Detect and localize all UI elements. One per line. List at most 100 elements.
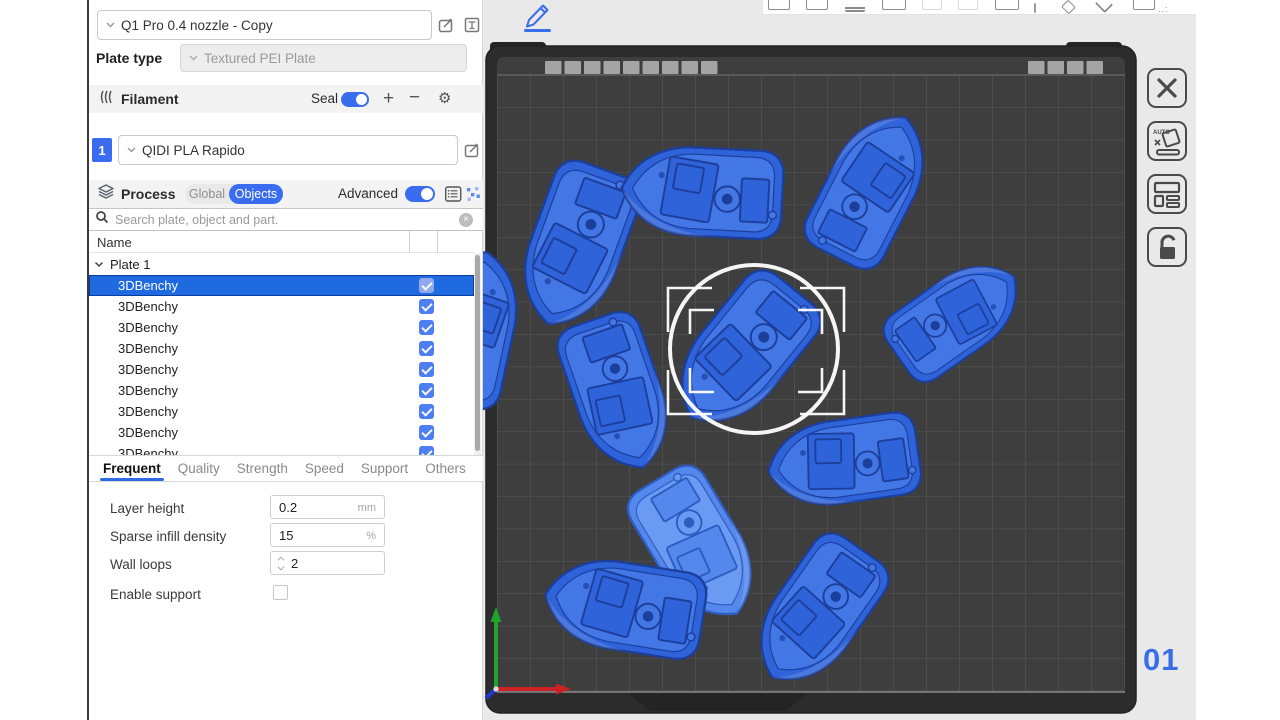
plate-number-label[interactable]: 01 (1143, 642, 1179, 678)
close-icon (1155, 76, 1179, 100)
arrange-button[interactable] (1147, 174, 1187, 214)
infill-density-input[interactable] (279, 524, 349, 546)
toolbar-icon-fragment[interactable] (995, 0, 1019, 10)
column-divider (437, 231, 438, 253)
toolbar-icon-fragment[interactable] (958, 0, 978, 10)
toolbar-icon-fragment[interactable] (845, 2, 865, 12)
toolbar-icon-fragment[interactable] (1133, 0, 1155, 10)
parameter-list-icon[interactable] (445, 186, 462, 207)
toolbar-icon-fragment[interactable] (1061, 0, 1076, 14)
filament-section-title: Filament (121, 91, 179, 107)
layer-height-unit: mm (358, 502, 376, 514)
printer-preset-dropdown[interactable]: Q1 Pro 0.4 nozzle - Copy (97, 10, 432, 40)
active-tool-underline (524, 29, 551, 32)
search-icon (95, 210, 109, 229)
object-visibility-checkbox[interactable] (419, 446, 434, 455)
tree-item-3dbenchy[interactable]: 3DBenchy (89, 275, 474, 296)
edit-filament-icon[interactable] (463, 141, 481, 159)
object-visibility-checkbox[interactable] (419, 278, 434, 293)
printer-config-icon[interactable] (463, 16, 481, 34)
tree-item-3dbenchy[interactable]: 3DBenchy (89, 422, 474, 443)
edit-pencil-tool-icon[interactable] (524, 2, 554, 34)
filament-settings-gear-icon[interactable]: ⚙ (438, 89, 451, 107)
filament-slot-badge[interactable]: 1 (92, 138, 112, 162)
plate-type-dropdown[interactable]: Textured PEI Plate (180, 44, 467, 72)
tree-item-plate[interactable]: Plate 1 (89, 253, 474, 275)
layer-height-input[interactable] (279, 496, 349, 518)
toolbar-icon-fragment[interactable] (806, 0, 828, 10)
toolbar-icon-fragment[interactable] (768, 0, 790, 10)
process-layers-icon (97, 184, 115, 205)
process-section-title: Process (121, 186, 175, 202)
toolbar-icon-fragment[interactable] (1095, 0, 1113, 13)
filament-preset-dropdown[interactable]: QIDI PLA Rapido (118, 135, 458, 165)
stepper-down-icon[interactable] (278, 564, 285, 571)
scrollbar-thumb[interactable] (475, 255, 480, 451)
enable-support-label: Enable support (110, 583, 201, 607)
tab-others[interactable]: Others (425, 456, 466, 481)
object-name-label: 3DBenchy (118, 383, 178, 398)
delete-all-button[interactable] (1147, 68, 1187, 108)
tab-support[interactable]: Support (361, 456, 408, 481)
remove-filament-button[interactable]: − (409, 87, 420, 109)
object-list-scrollbar[interactable] (474, 253, 481, 455)
advanced-toggle[interactable] (405, 186, 435, 202)
tab-frequent[interactable]: Frequent (103, 456, 161, 481)
tree-plate-label: Plate 1 (110, 257, 150, 272)
toolbar-icon-fragment[interactable] (922, 0, 942, 10)
infill-density-unit: % (366, 530, 376, 542)
tree-item-3dbenchy[interactable]: 3DBenchy (89, 296, 474, 317)
tree-item-3dbenchy[interactable]: 3DBenchy (89, 380, 474, 401)
lock-button[interactable] (1147, 227, 1187, 267)
object-list: 3DBenchy3DBenchy3DBenchy3DBenchy3DBenchy… (89, 275, 474, 455)
tab-quality[interactable]: Quality (178, 456, 220, 481)
object-visibility-checkbox[interactable] (419, 383, 434, 398)
search-clear-icon[interactable]: × (459, 213, 473, 227)
stepper-up-icon[interactable] (278, 557, 285, 564)
layer-height-label: Layer height (110, 497, 184, 521)
object-visibility-checkbox[interactable] (419, 341, 434, 356)
auto-orient-icon: AUTO (1152, 126, 1182, 156)
object-name-label: 3DBenchy (118, 425, 178, 440)
object-visibility-checkbox[interactable] (419, 404, 434, 419)
object-visibility-checkbox[interactable] (419, 320, 434, 335)
add-filament-button[interactable]: + (383, 88, 394, 110)
seal-label: Seal (311, 91, 338, 106)
toggle-knob (421, 188, 433, 200)
search-input[interactable] (115, 213, 459, 227)
tab-speed[interactable]: Speed (305, 456, 344, 481)
object-tree-header: Name (89, 231, 474, 253)
tree-item-3dbenchy[interactable]: 3DBenchy (89, 338, 474, 359)
object-visibility-checkbox[interactable] (419, 299, 434, 314)
object-name-label: 3DBenchy (118, 320, 178, 335)
toolbar-icon-fragment[interactable] (882, 0, 906, 10)
edit-printer-preset-icon[interactable] (437, 16, 455, 34)
tree-item-3dbenchy[interactable]: 3DBenchy (89, 317, 474, 338)
parameter-nodes-icon[interactable] (466, 186, 481, 207)
wall-loops-stepper[interactable] (277, 556, 287, 572)
column-divider (409, 231, 410, 253)
3d-viewport[interactable]: ..: AUTO (483, 0, 1196, 720)
toolbar-icon-fragment[interactable] (1034, 3, 1036, 13)
tree-item-3dbenchy[interactable]: 3DBenchy (89, 401, 474, 422)
scope-global-option[interactable]: Global (185, 187, 229, 201)
object-visibility-checkbox[interactable] (419, 362, 434, 377)
wall-loops-field (270, 551, 385, 575)
enable-support-checkbox[interactable] (273, 585, 288, 600)
scope-objects-option[interactable]: Objects (229, 184, 283, 204)
tab-strength[interactable]: Strength (237, 456, 288, 481)
seal-toggle[interactable] (341, 92, 369, 107)
tree-item-3dbenchy[interactable]: 3DBenchy (89, 359, 474, 380)
tree-item-3dbenchy[interactable]: 3DBenchy (89, 443, 474, 455)
toolbar-overflow-dots: ..: (1158, 4, 1169, 14)
plate-type-label: Plate type (96, 50, 162, 66)
filament-icon (97, 89, 115, 110)
chevron-down-icon[interactable] (94, 255, 104, 273)
object-visibility-checkbox[interactable] (419, 425, 434, 440)
process-scope-switch: Global Objects (185, 184, 283, 204)
auto-orient-button[interactable]: AUTO (1147, 121, 1187, 161)
unlock-icon (1152, 232, 1182, 262)
advanced-label: Advanced (338, 186, 398, 201)
wall-loops-input[interactable] (291, 552, 351, 574)
object-name-label: 3DBenchy (118, 278, 178, 293)
